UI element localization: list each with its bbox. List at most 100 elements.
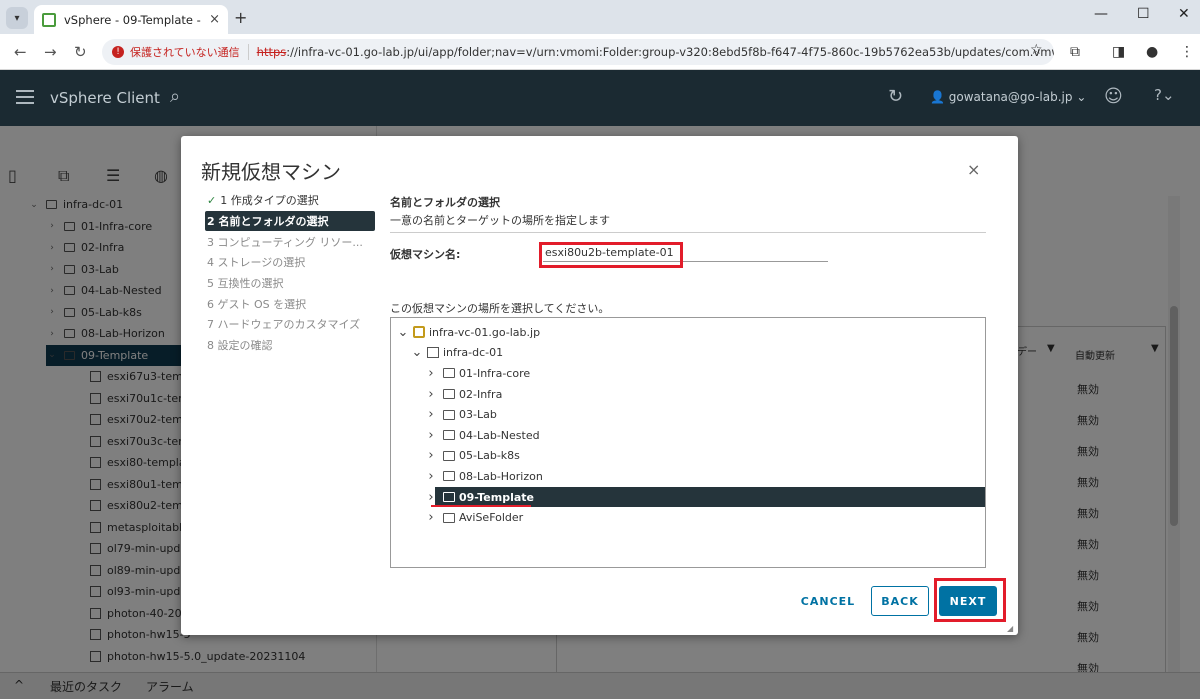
vcenter-icon — [413, 326, 425, 339]
chevron-right-icon[interactable]: › — [425, 366, 437, 381]
help-icon[interactable]: ?⌄ — [1154, 86, 1175, 104]
chevron-right-icon[interactable]: › — [425, 469, 437, 484]
close-tab-icon[interactable]: × — [209, 12, 220, 27]
location-tree-label: 05-Lab-k8s — [459, 449, 520, 463]
location-tree-label: 09-Template — [459, 490, 535, 504]
warning-icon: ! — [112, 46, 124, 58]
user-menu[interactable]: 👤 gowatana@go-lab.jp ⌄ — [930, 90, 1086, 104]
annotation-highlight-box — [539, 242, 683, 268]
new-vm-wizard-dialog: 新規仮想マシン × ✓ 1 作成タイプの選択 2 名前とフォルダの選択 3 コンピュー… — [181, 136, 1018, 635]
wizard-step-label: 4 ストレージの選択 — [207, 256, 306, 270]
browser-tab-strip: ▾ vSphere - 09-Template - VMware × + — ☐… — [0, 0, 1200, 34]
feedback-smiley-icon[interactable]: ☺ — [1104, 86, 1123, 107]
wizard-step: 6 ゲスト OS を選択 — [205, 293, 375, 314]
refresh-icon[interactable]: ↻ — [888, 86, 903, 107]
browser-tab[interactable]: vSphere - 09-Template - VMware × — [34, 5, 228, 34]
close-icon[interactable]: × — [967, 160, 980, 179]
location-tree-item[interactable]: ⌄ infra-vc-01.go-lab.jp — [391, 322, 985, 343]
location-tree-item[interactable]: ⌄ infra-dc-01 — [391, 343, 985, 364]
location-tree-item[interactable]: › 01-Infra-core — [391, 363, 985, 384]
location-tree-item[interactable]: › 03-Lab — [391, 404, 985, 425]
menu-hamburger-icon[interactable] — [16, 90, 34, 104]
chevron-right-icon[interactable]: › — [425, 448, 437, 463]
user-icon: 👤 — [930, 90, 949, 104]
wizard-step-label: 8 設定の確認 — [207, 339, 273, 353]
forward-arrow-icon[interactable]: → — [44, 43, 57, 61]
location-tree-item[interactable]: › 05-Lab-k8s — [391, 446, 985, 467]
extensions-icon[interactable]: ⧉ — [1070, 44, 1080, 60]
sidepanel-icon[interactable]: ◨ — [1112, 44, 1125, 60]
profile-avatar-icon[interactable]: ● — [1146, 44, 1158, 60]
location-tree-label: 03-Lab — [459, 408, 497, 422]
chevron-right-icon[interactable]: › — [425, 407, 437, 422]
folder-icon — [443, 512, 455, 523]
address-bar-row: ← → ↻ ! 保護されていない通信 https://infra-vc-01.go… — [0, 34, 1200, 70]
datacenter-icon — [427, 347, 439, 359]
wizard-step[interactable]: ✓ 1 作成タイプの選択 — [205, 190, 375, 211]
location-tree-item[interactable]: › 02-Infra — [391, 384, 985, 405]
url-field[interactable]: ! 保護されていない通信 https://infra-vc-01.go-lab.j… — [102, 39, 1054, 65]
wizard-step: 8 設定の確認 — [205, 335, 375, 356]
location-tree-label: 01-Infra-core — [459, 366, 531, 380]
folder-icon — [443, 409, 455, 420]
divider — [390, 232, 986, 233]
wizard-step: 5 互換性の選択 — [205, 273, 375, 294]
chevron-down-icon[interactable]: ⌄ — [411, 345, 423, 360]
maximize-icon[interactable]: ☐ — [1137, 6, 1150, 22]
wizard-step: 4 ストレージの選択 — [205, 252, 375, 273]
chevron-right-icon[interactable]: › — [425, 387, 437, 402]
wizard-steps: ✓ 1 作成タイプの選択 2 名前とフォルダの選択 3 コンピューティング リソー..… — [205, 190, 375, 356]
location-tree-label: infra-dc-01 — [443, 346, 504, 360]
wizard-step-label: 2 名前とフォルダの選択 — [207, 215, 329, 229]
folder-icon — [443, 450, 455, 461]
back-arrow-icon[interactable]: ← — [14, 43, 27, 61]
annotation-highlight-box — [934, 578, 1006, 622]
location-tree-item[interactable]: › AviSeFolder — [391, 507, 985, 528]
section-subtitle: 一意の名前とターゲットの場所を指定します — [390, 214, 610, 227]
checkmark-icon: ✓ — [207, 193, 217, 207]
wizard-step: 3 コンピューティング リソー... — [205, 231, 375, 252]
window-close-icon[interactable]: ✕ — [1178, 6, 1190, 22]
vsphere-header: vSphere Client ⌕ ↻ 👤 gowatana@go-lab.jp … — [0, 70, 1200, 126]
dialog-title: 新規仮想マシン — [201, 160, 341, 184]
tab-list-button[interactable]: ▾ — [6, 7, 28, 29]
location-tree-label: AviSeFolder — [459, 511, 524, 525]
location-tree-item[interactable]: › 08-Lab-Horizon — [391, 466, 985, 487]
new-tab-icon[interactable]: + — [234, 8, 247, 27]
wizard-step[interactable]: 2 名前とフォルダの選択 — [205, 210, 375, 232]
wizard-step-label: 5 互換性の選択 — [207, 277, 284, 291]
wizard-step-label: 6 ゲスト OS を選択 — [207, 297, 307, 311]
security-chip[interactable]: ! 保護されていない通信 — [112, 44, 249, 60]
url-scheme: https — [256, 45, 287, 59]
location-tree-label: 04-Lab-Nested — [459, 428, 540, 442]
url-text: ://infra-vc-01.go-lab.jp/ui/app/folder;n… — [286, 45, 1054, 59]
location-tree: ⌄ infra-vc-01.go-lab.jp ⌄ infra-dc-01 › 01-In… — [390, 317, 986, 568]
chevron-right-icon[interactable]: › — [425, 510, 437, 525]
location-tree-label: infra-vc-01.go-lab.jp — [429, 325, 541, 339]
menu-dots-icon[interactable]: ⋮ — [1180, 44, 1194, 60]
back-button[interactable]: BACK — [871, 586, 929, 616]
search-icon[interactable]: ⌕ — [170, 86, 180, 107]
location-label: この仮想マシンの場所を選択してください。 — [390, 302, 610, 315]
folder-icon — [443, 430, 455, 441]
chevron-down-icon: ▾ — [14, 12, 20, 24]
bookmark-star-icon[interactable]: ☆ — [1030, 42, 1043, 58]
wizard-step-label: 3 コンピューティング リソー... — [207, 235, 363, 249]
wizard-step: 7 ハードウェアのカスタマイズ — [205, 314, 375, 335]
folder-icon — [443, 368, 455, 379]
chevron-down-icon[interactable]: ⌄ — [397, 325, 409, 340]
folder-icon — [443, 471, 455, 482]
chevron-right-icon[interactable]: › — [425, 490, 437, 505]
reload-icon[interactable]: ↻ — [74, 43, 87, 61]
minimize-icon[interactable]: — — [1094, 6, 1108, 22]
location-tree-item[interactable]: › 04-Lab-Nested — [391, 425, 985, 446]
annotation-underline — [431, 505, 531, 507]
resize-handle-icon[interactable]: ◢ — [1007, 624, 1013, 633]
app-title: vSphere Client — [50, 89, 160, 107]
cancel-button[interactable]: CANCEL — [787, 586, 869, 616]
wizard-step-label: 1 作成タイプの選択 — [220, 194, 319, 208]
location-tree-label: 02-Infra — [459, 387, 503, 401]
chevron-right-icon[interactable]: › — [425, 428, 437, 443]
folder-icon — [443, 389, 455, 400]
folder-icon — [443, 492, 455, 503]
